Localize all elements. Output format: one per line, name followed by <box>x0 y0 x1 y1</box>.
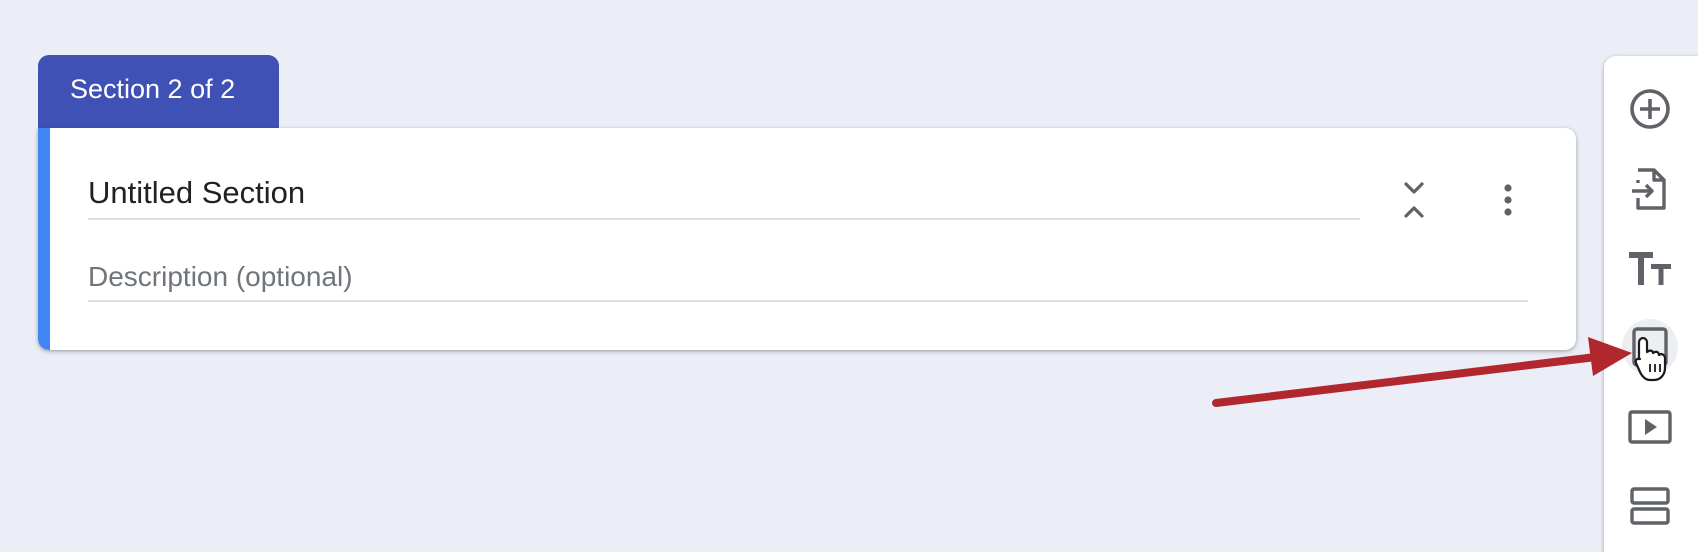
import-questions-button[interactable] <box>1622 161 1678 217</box>
section-icon <box>1630 487 1670 525</box>
section-description-input[interactable]: Description (optional) <box>88 256 1528 302</box>
section-card[interactable]: Untitled Section Description (optional) <box>38 128 1576 350</box>
section-number-tab: Section 2 of 2 <box>38 55 279 128</box>
add-question-button[interactable] <box>1622 81 1678 137</box>
form-editor: Section 2 of 2 Untitled Section Descript… <box>0 0 1698 552</box>
more-options-button[interactable] <box>1484 176 1532 224</box>
active-section-indicator <box>38 128 50 350</box>
section-number-label: Section 2 of 2 <box>70 74 236 104</box>
image-icon <box>1632 327 1668 367</box>
collapse-section-button[interactable] <box>1390 176 1438 224</box>
section-title-text: Untitled Section <box>88 175 306 210</box>
add-image-button[interactable] <box>1622 319 1678 375</box>
add-video-button[interactable] <box>1622 399 1678 455</box>
floating-toolbar <box>1604 56 1698 552</box>
add-title-and-description-button[interactable] <box>1622 241 1678 297</box>
add-circle-icon <box>1630 89 1670 129</box>
section-description-placeholder: Description (optional) <box>88 261 353 292</box>
add-section-button[interactable] <box>1622 478 1678 534</box>
video-icon <box>1628 410 1672 444</box>
import-questions-icon <box>1632 168 1666 210</box>
section-title-input[interactable]: Untitled Section <box>88 170 1360 220</box>
collapse-icon <box>1404 182 1424 218</box>
more-vert-icon <box>1504 184 1512 216</box>
title-text-icon <box>1629 252 1671 285</box>
